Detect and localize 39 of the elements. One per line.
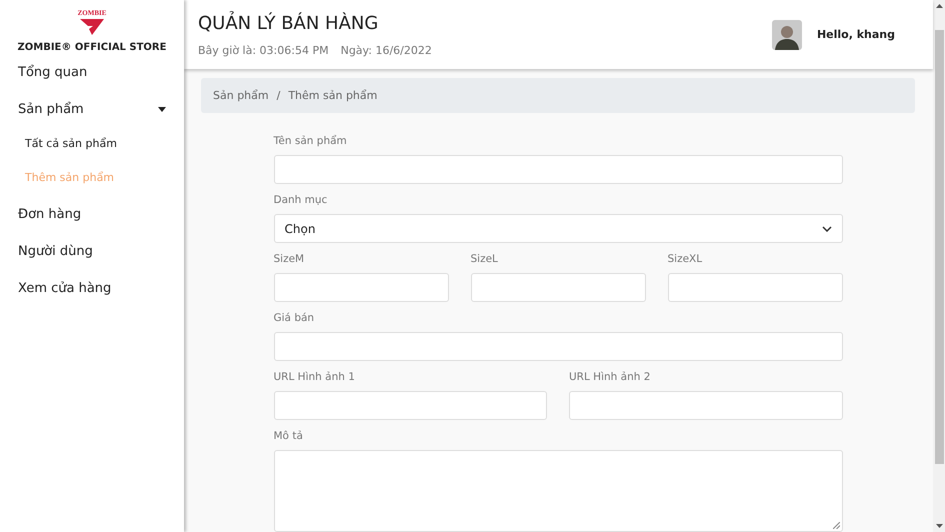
logo-icon — [79, 18, 105, 36]
breadcrumb-separator: / — [276, 89, 280, 102]
avatar-icon[interactable] — [772, 20, 802, 50]
sidebar-item[interactable]: Sản phẩm — [0, 91, 184, 127]
field-label: Mô tả — [274, 430, 304, 442]
sidebar-item[interactable]: Xem cửa hàng — [0, 270, 184, 306]
sidebar-item[interactable]: Người dùng — [0, 233, 184, 269]
current-date: Ngày: 16/6/2022 — [340, 44, 432, 56]
input-field[interactable] — [274, 391, 547, 420]
field-label: SizeL — [470, 253, 499, 265]
current-time: Bây giờ là: 03:06:54 PM — [198, 44, 329, 56]
input-field[interactable] — [274, 332, 842, 361]
field-label: Danh mục — [274, 194, 328, 206]
textarea-field[interactable] — [274, 450, 842, 532]
breadcrumb-item[interactable]: Sản phẩm — [213, 89, 269, 102]
sidebar-item[interactable]: Tổng quan — [0, 54, 184, 90]
sidebar-subitem[interactable]: Tất cả sản phẩm — [0, 127, 184, 161]
input-field[interactable] — [470, 273, 646, 302]
chevron-down-icon — [822, 226, 832, 232]
field-label: SizeXL — [668, 253, 704, 265]
scroll-down-icon — [936, 524, 942, 528]
breadcrumb-item[interactable]: Thêm sản phẩm — [288, 89, 378, 102]
field-label: URL Hình ảnh 2 — [569, 371, 652, 383]
select-dropdown[interactable]: Chọn — [274, 214, 842, 243]
input-field[interactable] — [668, 273, 842, 302]
scroll-up-icon — [936, 4, 942, 8]
resize-grip-icon — [832, 522, 840, 529]
field-label: Tên sản phẩm — [274, 135, 348, 147]
user-greeting: Hello, khang — [816, 28, 895, 41]
caret-icon — [158, 106, 166, 112]
sidebar-item[interactable]: Đơn hàng — [0, 196, 184, 232]
field-label: Giá bán — [274, 312, 316, 324]
input-field[interactable] — [274, 155, 842, 184]
input-field[interactable] — [274, 273, 448, 302]
field-label: SizeM — [274, 253, 306, 265]
field-label: URL Hình ảnh 1 — [274, 371, 356, 383]
page-title: QUẢN LÝ BÁN HÀNG — [198, 12, 380, 34]
input-field[interactable] — [569, 391, 842, 420]
store-name: ZOMBIE® OFFICIAL STORE — [18, 42, 166, 53]
